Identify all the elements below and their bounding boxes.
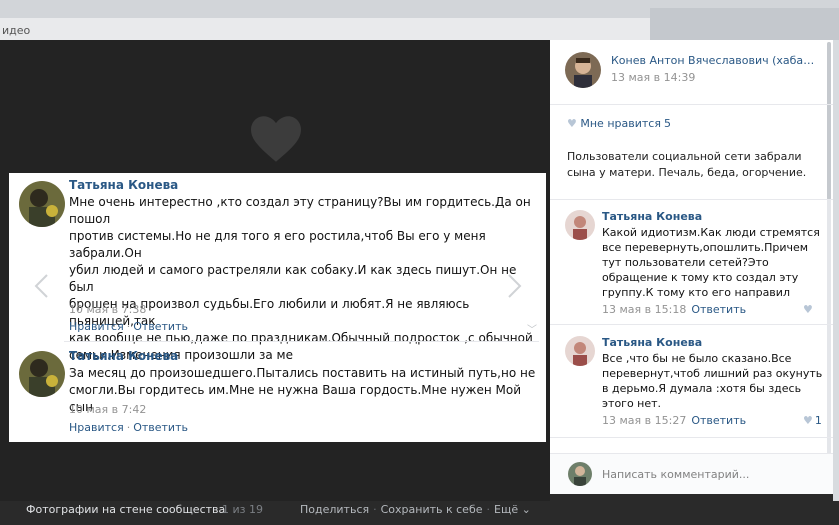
comment-text: Все ,что бы не было сказано.Все переверн… — [602, 352, 823, 410]
like-link[interactable]: Нравится — [69, 320, 124, 333]
comment-like[interactable]: ♥ — [803, 303, 815, 316]
right-edge-strip — [833, 40, 839, 501]
post-author[interactable]: Татьяна Конева — [69, 349, 178, 363]
prev-arrow-icon[interactable] — [33, 273, 49, 299]
reply-link[interactable]: Ответить — [691, 414, 746, 427]
comment-author[interactable]: Татьяна Конева — [602, 336, 702, 349]
post-line: убил людей и самого растреляли как собак… — [69, 263, 517, 294]
breadcrumb: идео — [2, 24, 31, 37]
divider — [550, 104, 833, 105]
comment-box — [550, 453, 833, 494]
comment-meta: 13 мая в 15:18 Ответить — [602, 303, 746, 316]
comment-like[interactable]: ♥ 1 — [803, 414, 822, 427]
comments-panel: Конев Антон Вячеславович (хабаровск) 13 … — [550, 40, 833, 494]
scrollbar-thumb[interactable] — [827, 42, 831, 200]
avatar — [19, 181, 65, 227]
top-right-block — [650, 8, 839, 40]
divider — [550, 437, 833, 438]
owner-name[interactable]: Конев Антон Вячеславович (хабаровск) — [611, 54, 821, 67]
photo-counter: 1 из 19 — [222, 503, 263, 516]
likes-label: Мне нравится — [580, 117, 661, 130]
reply-link[interactable]: Ответить — [133, 320, 188, 333]
owner-avatar[interactable] — [565, 52, 601, 88]
like-button[interactable]: ♥ Мне нравится 5 — [567, 117, 671, 130]
my-avatar — [568, 462, 592, 486]
reply-link[interactable]: Ответить — [133, 421, 188, 434]
comment-like-count: 1 — [814, 414, 822, 427]
scrollbar[interactable] — [827, 42, 831, 462]
comment-meta: 13 мая в 15:27 Ответить — [602, 414, 746, 427]
footer-actions: Поделиться · Сохранить к себе · Ещё ⌄ — [300, 503, 531, 516]
viewer-footer: Фотографии на стене сообщества 1 из 19 П… — [0, 495, 550, 525]
avatar[interactable] — [565, 336, 595, 366]
album-title[interactable]: Фотографии на стене сообщества — [26, 503, 225, 516]
comment-date[interactable]: 13 мая в 15:27 — [602, 414, 686, 427]
post-time: 10 мая в 7:38 — [69, 303, 147, 316]
avatar — [19, 351, 65, 397]
post-actions: Нравится · Ответить — [69, 320, 188, 333]
post-text: Мне очень интерестно ,кто создал эту стр… — [69, 194, 539, 364]
likes-count: 5 — [663, 117, 671, 130]
post-actions: Нравится · Ответить — [69, 421, 188, 434]
heart-icon: ♥ — [803, 414, 813, 427]
post-line: Мне очень интерестно ,кто создал эту стр… — [69, 195, 531, 226]
heart-icon — [251, 116, 301, 162]
chevron-down-icon[interactable]: ﹀ — [527, 321, 537, 336]
heart-icon: ♥ — [803, 303, 813, 316]
reply-link[interactable]: Ответить — [691, 303, 746, 316]
post-time: 10 мая в 7:42 — [69, 403, 147, 416]
divider — [550, 199, 833, 200]
post-line: против системы.Но не для того я его рост… — [69, 229, 486, 260]
comment-text: Какой идиотизм.Как люди стремятся все пе… — [602, 226, 820, 299]
next-arrow-icon[interactable] — [507, 273, 523, 299]
photo-viewer: Татьяна Конева Мне очень интерестно ,кто… — [0, 40, 550, 516]
comment-date[interactable]: 13 мая в 15:18 — [602, 303, 686, 316]
post-description: Пользователи социальной сети забрали сын… — [567, 150, 807, 179]
post-divider — [64, 341, 539, 342]
avatar[interactable] — [565, 210, 595, 240]
comment-input[interactable] — [602, 463, 817, 485]
top-strip: идео — [0, 0, 839, 40]
divider — [550, 324, 833, 325]
post-line: За месяц до произошедшего.Пытались поста… — [69, 366, 536, 380]
post-date[interactable]: 13 мая в 14:39 — [611, 71, 695, 84]
photo-content[interactable]: Татьяна Конева Мне очень интерестно ,кто… — [9, 173, 546, 442]
more-link[interactable]: Ещё ⌄ — [494, 503, 531, 516]
like-link[interactable]: Нравится — [69, 421, 124, 434]
heart-icon: ♥ — [567, 117, 577, 130]
share-link[interactable]: Поделиться — [300, 503, 369, 516]
save-link[interactable]: Сохранить к себе — [381, 503, 483, 516]
comment-author[interactable]: Татьяна Конева — [602, 210, 702, 223]
post-author[interactable]: Татьяна Конева — [69, 178, 178, 192]
